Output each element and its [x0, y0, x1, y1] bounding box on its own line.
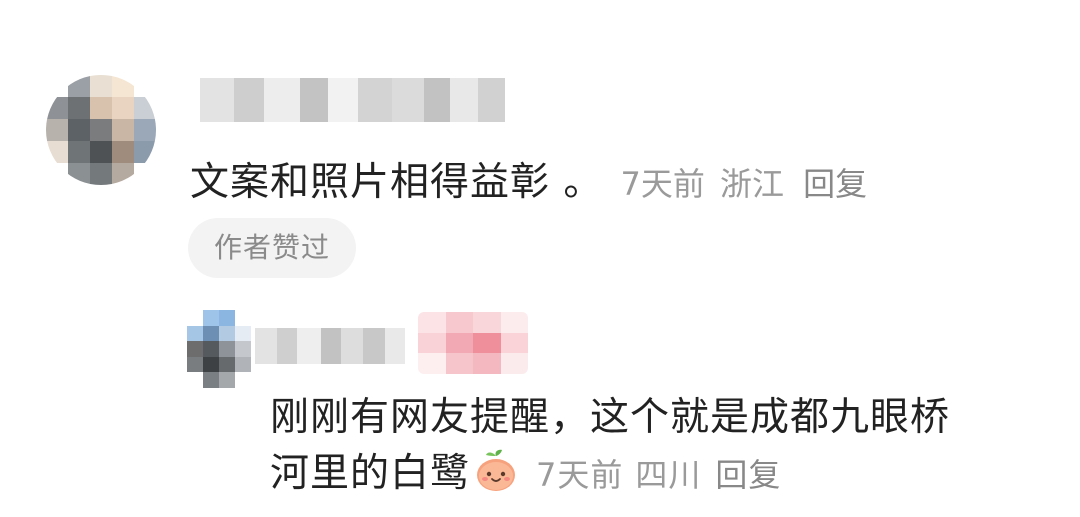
comment-reply-button[interactable]: 回复 — [803, 165, 867, 203]
comment-location: 浙江 — [719, 165, 784, 203]
author-liked-badge: 作者赞过 — [188, 218, 356, 278]
reply-text-line-2: 河里的白鹭 — [270, 451, 471, 496]
reply-text-block: 刚刚有网友提醒，这个就是成都九眼桥 河里的白鹭 7天前 四川 回复 — [270, 390, 1060, 503]
replier-username-blurred[interactable] — [255, 328, 405, 364]
comment-text-row: 文案和照片相得益彰 。 7天前 浙江 回复 — [190, 157, 867, 216]
reply-text-line-1: 刚刚有网友提醒，这个就是成都九眼桥 — [270, 395, 951, 440]
reply-location: 四川 — [635, 456, 702, 494]
reply-reply-button[interactable]: 回复 — [715, 456, 781, 494]
comment-text: 文案和照片相得益彰 。 — [190, 160, 604, 205]
comment-time: 7天前 — [620, 165, 705, 203]
reply-text-line-2-row: 河里的白鹭 7天前 四川 回复 — [270, 446, 1060, 503]
replier-avatar[interactable] — [187, 310, 251, 388]
commenter-avatar[interactable] — [46, 75, 156, 185]
commenter-username-blurred[interactable] — [200, 78, 505, 122]
reply-time: 7天前 — [536, 456, 624, 494]
peach-emoji-icon — [472, 446, 520, 494]
replier-badge-blurred — [418, 312, 528, 374]
